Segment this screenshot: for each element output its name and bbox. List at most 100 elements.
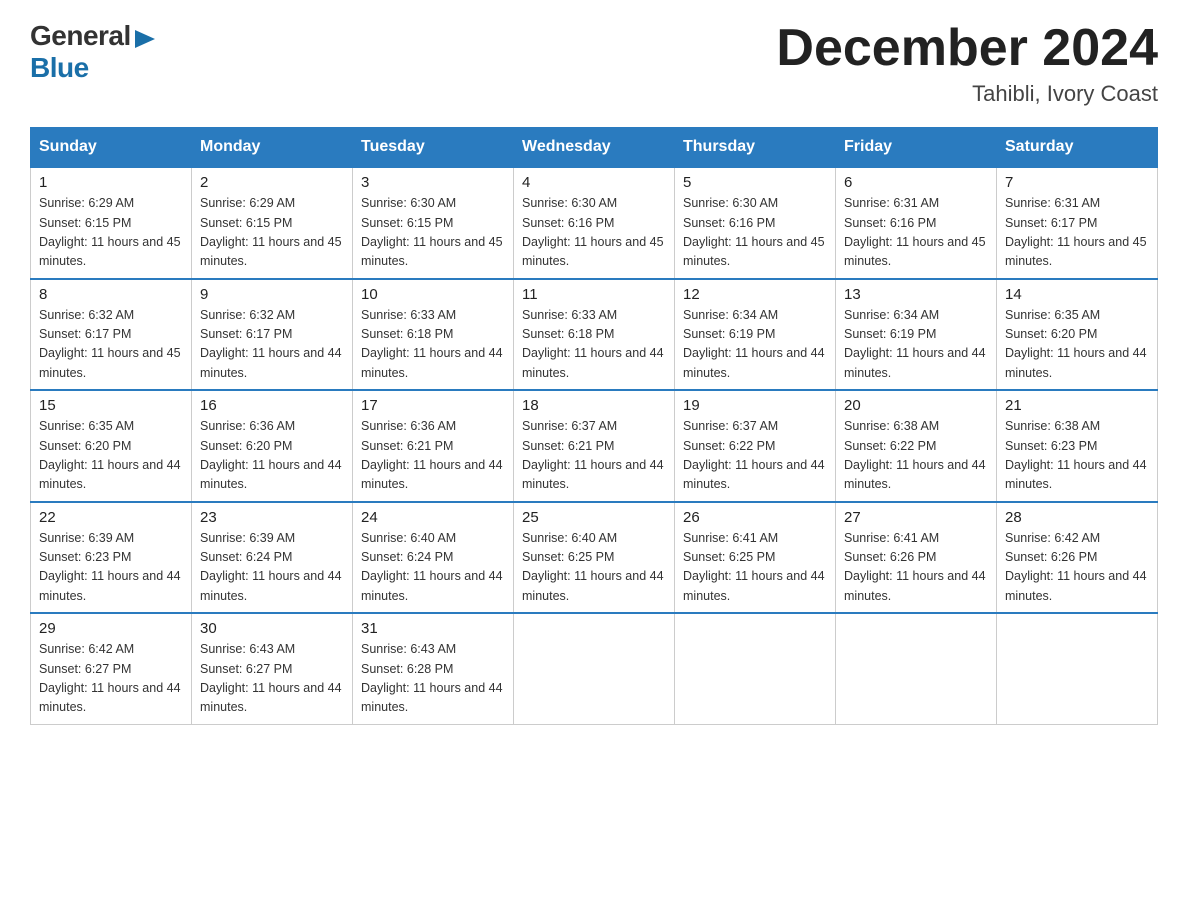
day-number: 1: [39, 174, 183, 191]
calendar-day-header: Friday: [836, 128, 997, 168]
calendar-cell: 30 Sunrise: 6:43 AM Sunset: 6:27 PM Dayl…: [192, 613, 353, 724]
calendar-cell: 11 Sunrise: 6:33 AM Sunset: 6:18 PM Dayl…: [514, 279, 675, 391]
day-number: 25: [522, 509, 666, 526]
calendar-cell: 13 Sunrise: 6:34 AM Sunset: 6:19 PM Dayl…: [836, 279, 997, 391]
calendar-day-header: Tuesday: [353, 128, 514, 168]
day-number: 20: [844, 397, 988, 414]
calendar-cell: 19 Sunrise: 6:37 AM Sunset: 6:22 PM Dayl…: [675, 390, 836, 502]
day-number: 19: [683, 397, 827, 414]
day-info: Sunrise: 6:29 AM Sunset: 6:15 PM Dayligh…: [200, 194, 344, 272]
day-number: 16: [200, 397, 344, 414]
day-info: Sunrise: 6:36 AM Sunset: 6:21 PM Dayligh…: [361, 417, 505, 495]
day-info: Sunrise: 6:39 AM Sunset: 6:24 PM Dayligh…: [200, 529, 344, 607]
day-number: 31: [361, 620, 505, 637]
day-info: Sunrise: 6:40 AM Sunset: 6:24 PM Dayligh…: [361, 529, 505, 607]
day-number: 12: [683, 286, 827, 303]
day-info: Sunrise: 6:43 AM Sunset: 6:27 PM Dayligh…: [200, 640, 344, 718]
day-info: Sunrise: 6:42 AM Sunset: 6:26 PM Dayligh…: [1005, 529, 1149, 607]
calendar-cell: 21 Sunrise: 6:38 AM Sunset: 6:23 PM Dayl…: [997, 390, 1158, 502]
location: Tahibli, Ivory Coast: [776, 81, 1158, 107]
calendar-cell: 6 Sunrise: 6:31 AM Sunset: 6:16 PM Dayli…: [836, 167, 997, 279]
day-number: 24: [361, 509, 505, 526]
calendar-cell: 2 Sunrise: 6:29 AM Sunset: 6:15 PM Dayli…: [192, 167, 353, 279]
calendar-week-row: 29 Sunrise: 6:42 AM Sunset: 6:27 PM Dayl…: [31, 613, 1158, 724]
day-info: Sunrise: 6:30 AM Sunset: 6:16 PM Dayligh…: [522, 194, 666, 272]
calendar-cell: 3 Sunrise: 6:30 AM Sunset: 6:15 PM Dayli…: [353, 167, 514, 279]
day-info: Sunrise: 6:29 AM Sunset: 6:15 PM Dayligh…: [39, 194, 183, 272]
calendar-week-row: 1 Sunrise: 6:29 AM Sunset: 6:15 PM Dayli…: [31, 167, 1158, 279]
day-number: 4: [522, 174, 666, 191]
calendar-cell: [997, 613, 1158, 724]
day-number: 10: [361, 286, 505, 303]
calendar-table: SundayMondayTuesdayWednesdayThursdayFrid…: [30, 127, 1158, 725]
calendar-cell: 20 Sunrise: 6:38 AM Sunset: 6:22 PM Dayl…: [836, 390, 997, 502]
calendar-cell: 28 Sunrise: 6:42 AM Sunset: 6:26 PM Dayl…: [997, 502, 1158, 614]
day-number: 27: [844, 509, 988, 526]
day-number: 13: [844, 286, 988, 303]
day-info: Sunrise: 6:40 AM Sunset: 6:25 PM Dayligh…: [522, 529, 666, 607]
day-info: Sunrise: 6:38 AM Sunset: 6:23 PM Dayligh…: [1005, 417, 1149, 495]
day-info: Sunrise: 6:37 AM Sunset: 6:21 PM Dayligh…: [522, 417, 666, 495]
calendar-cell: 14 Sunrise: 6:35 AM Sunset: 6:20 PM Dayl…: [997, 279, 1158, 391]
day-number: 28: [1005, 509, 1149, 526]
day-info: Sunrise: 6:42 AM Sunset: 6:27 PM Dayligh…: [39, 640, 183, 718]
day-number: 15: [39, 397, 183, 414]
calendar-cell: 9 Sunrise: 6:32 AM Sunset: 6:17 PM Dayli…: [192, 279, 353, 391]
day-info: Sunrise: 6:33 AM Sunset: 6:18 PM Dayligh…: [361, 306, 505, 384]
calendar-cell: 22 Sunrise: 6:39 AM Sunset: 6:23 PM Dayl…: [31, 502, 192, 614]
calendar-cell: 24 Sunrise: 6:40 AM Sunset: 6:24 PM Dayl…: [353, 502, 514, 614]
day-info: Sunrise: 6:34 AM Sunset: 6:19 PM Dayligh…: [683, 306, 827, 384]
day-number: 8: [39, 286, 183, 303]
calendar-cell: 27 Sunrise: 6:41 AM Sunset: 6:26 PM Dayl…: [836, 502, 997, 614]
calendar-cell: 31 Sunrise: 6:43 AM Sunset: 6:28 PM Dayl…: [353, 613, 514, 724]
day-number: 21: [1005, 397, 1149, 414]
day-info: Sunrise: 6:30 AM Sunset: 6:15 PM Dayligh…: [361, 194, 505, 272]
calendar-cell: [514, 613, 675, 724]
day-number: 17: [361, 397, 505, 414]
day-number: 7: [1005, 174, 1149, 191]
calendar-cell: 23 Sunrise: 6:39 AM Sunset: 6:24 PM Dayl…: [192, 502, 353, 614]
calendar-cell: [675, 613, 836, 724]
day-number: 18: [522, 397, 666, 414]
calendar-week-row: 15 Sunrise: 6:35 AM Sunset: 6:20 PM Dayl…: [31, 390, 1158, 502]
day-info: Sunrise: 6:35 AM Sunset: 6:20 PM Dayligh…: [1005, 306, 1149, 384]
calendar-cell: 17 Sunrise: 6:36 AM Sunset: 6:21 PM Dayl…: [353, 390, 514, 502]
calendar-cell: 26 Sunrise: 6:41 AM Sunset: 6:25 PM Dayl…: [675, 502, 836, 614]
calendar-cell: 15 Sunrise: 6:35 AM Sunset: 6:20 PM Dayl…: [31, 390, 192, 502]
day-info: Sunrise: 6:30 AM Sunset: 6:16 PM Dayligh…: [683, 194, 827, 272]
day-info: Sunrise: 6:32 AM Sunset: 6:17 PM Dayligh…: [200, 306, 344, 384]
day-info: Sunrise: 6:39 AM Sunset: 6:23 PM Dayligh…: [39, 529, 183, 607]
logo-triangle-icon: [135, 28, 157, 50]
page-header: General Blue December 2024 Tahibli, Ivor…: [30, 20, 1158, 107]
day-info: Sunrise: 6:36 AM Sunset: 6:20 PM Dayligh…: [200, 417, 344, 495]
calendar-cell: 12 Sunrise: 6:34 AM Sunset: 6:19 PM Dayl…: [675, 279, 836, 391]
day-number: 5: [683, 174, 827, 191]
day-number: 26: [683, 509, 827, 526]
day-info: Sunrise: 6:34 AM Sunset: 6:19 PM Dayligh…: [844, 306, 988, 384]
day-number: 9: [200, 286, 344, 303]
title-block: December 2024 Tahibli, Ivory Coast: [776, 20, 1158, 107]
calendar-day-header: Saturday: [997, 128, 1158, 168]
calendar-cell: 16 Sunrise: 6:36 AM Sunset: 6:20 PM Dayl…: [192, 390, 353, 502]
calendar-cell: 29 Sunrise: 6:42 AM Sunset: 6:27 PM Dayl…: [31, 613, 192, 724]
calendar-cell: [836, 613, 997, 724]
logo-blue: Blue: [30, 52, 89, 83]
calendar-day-header: Monday: [192, 128, 353, 168]
day-info: Sunrise: 6:41 AM Sunset: 6:25 PM Dayligh…: [683, 529, 827, 607]
day-info: Sunrise: 6:32 AM Sunset: 6:17 PM Dayligh…: [39, 306, 183, 384]
calendar-day-header: Sunday: [31, 128, 192, 168]
day-number: 2: [200, 174, 344, 191]
day-info: Sunrise: 6:31 AM Sunset: 6:16 PM Dayligh…: [844, 194, 988, 272]
day-info: Sunrise: 6:43 AM Sunset: 6:28 PM Dayligh…: [361, 640, 505, 718]
day-number: 14: [1005, 286, 1149, 303]
calendar-cell: 1 Sunrise: 6:29 AM Sunset: 6:15 PM Dayli…: [31, 167, 192, 279]
day-info: Sunrise: 6:35 AM Sunset: 6:20 PM Dayligh…: [39, 417, 183, 495]
day-number: 29: [39, 620, 183, 637]
calendar-header-row: SundayMondayTuesdayWednesdayThursdayFrid…: [31, 128, 1158, 168]
day-number: 3: [361, 174, 505, 191]
calendar-cell: 18 Sunrise: 6:37 AM Sunset: 6:21 PM Dayl…: [514, 390, 675, 502]
calendar-cell: 25 Sunrise: 6:40 AM Sunset: 6:25 PM Dayl…: [514, 502, 675, 614]
calendar-week-row: 22 Sunrise: 6:39 AM Sunset: 6:23 PM Dayl…: [31, 502, 1158, 614]
logo-general: General: [30, 20, 131, 52]
day-number: 30: [200, 620, 344, 637]
